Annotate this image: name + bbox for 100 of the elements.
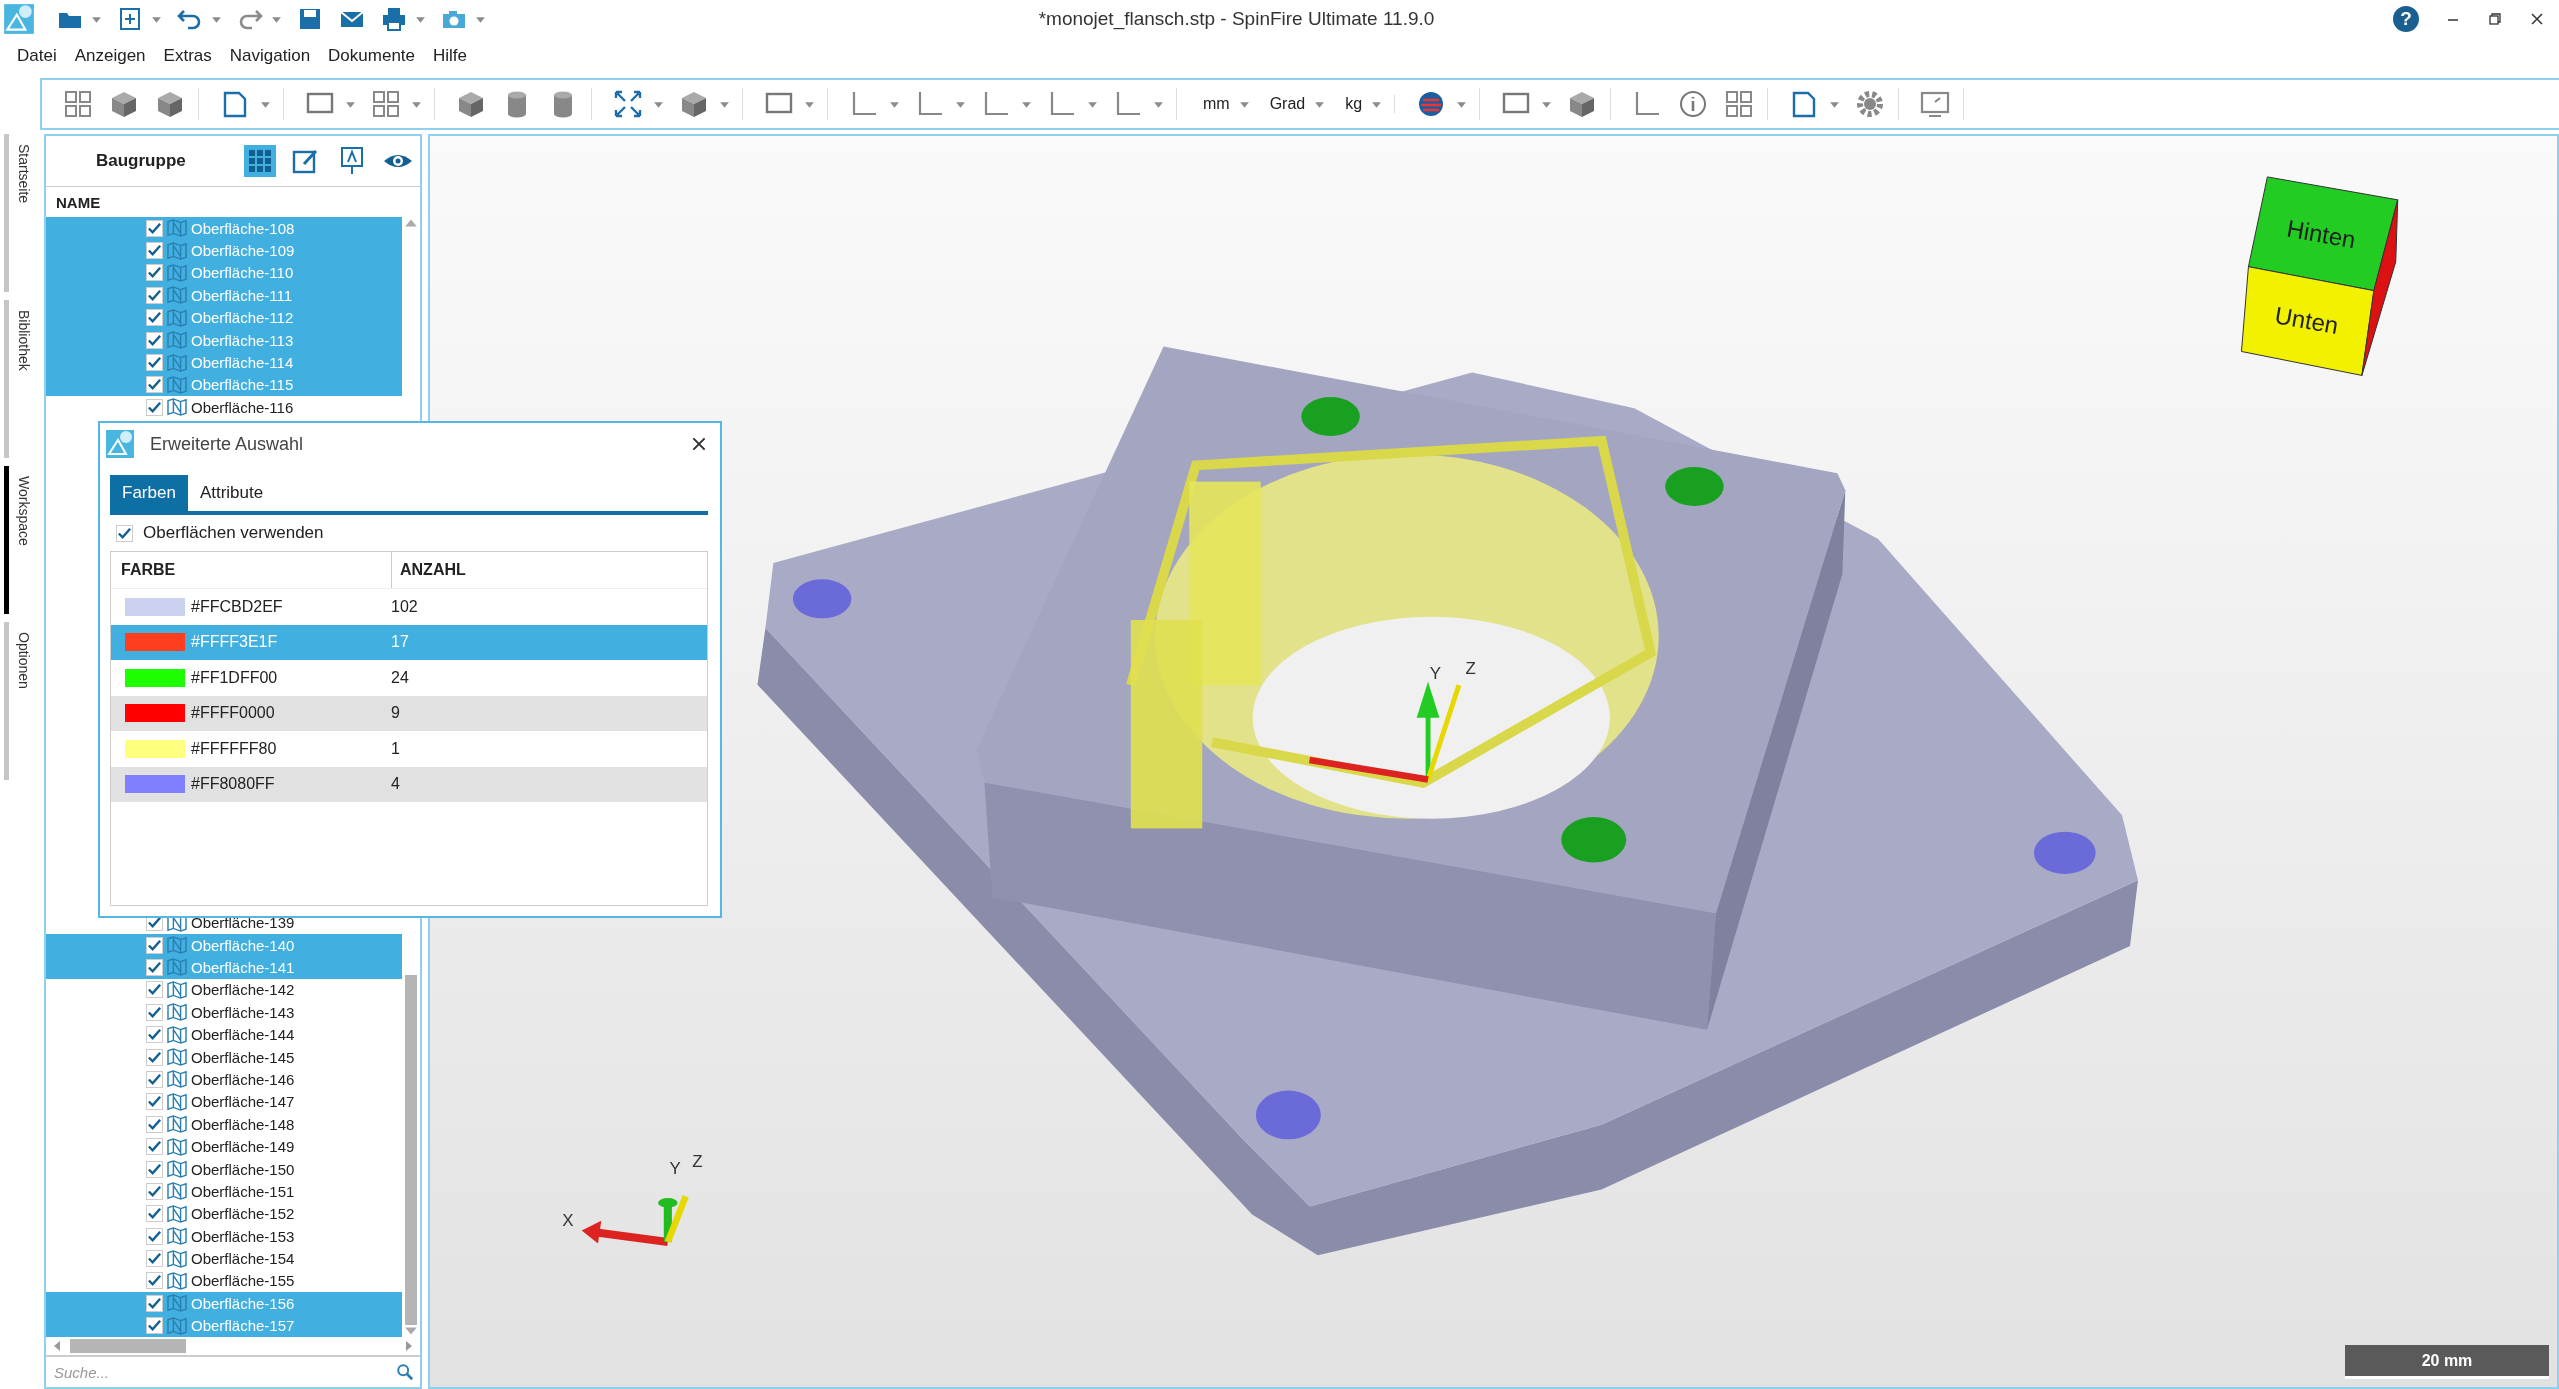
checkbox[interactable]: [146, 1003, 163, 1021]
tab[interactable]: Attribute: [187, 475, 276, 511]
checkbox[interactable]: [146, 1250, 163, 1268]
checkbox[interactable]: [146, 309, 163, 327]
menu-item[interactable]: Anzeigen: [65, 46, 155, 66]
checkbox[interactable]: [146, 1115, 163, 1133]
axis-label: X: [562, 1210, 574, 1230]
checkbox[interactable]: [146, 1317, 163, 1335]
side-tab[interactable]: Bibliothek: [4, 300, 38, 458]
table-row[interactable]: #FFFF0000 9: [111, 695, 707, 731]
axis-triad-icon: [1308, 681, 1462, 783]
view-cube[interactable]: [2241, 176, 2399, 376]
checkbox[interactable]: [116, 524, 133, 542]
scrollbar-thumb[interactable]: [405, 975, 417, 1325]
checkbox[interactable]: [146, 398, 163, 416]
checkbox[interactable]: [146, 1272, 163, 1290]
tree-row[interactable]: Oberfläche-148: [46, 1113, 402, 1136]
table-row[interactable]: #FF8080FF 4: [111, 766, 707, 802]
tree-row[interactable]: Oberfläche-116: [46, 396, 402, 419]
checkbox[interactable]: [146, 1093, 163, 1111]
table-cell-text: #FF1DFF00: [191, 668, 279, 687]
checkbox[interactable]: [146, 264, 163, 282]
search-icon[interactable]: [396, 1363, 414, 1381]
checkbox-label[interactable]: Oberflächen verwenden: [143, 523, 324, 543]
axis-label: Z: [692, 1152, 703, 1172]
checkbox[interactable]: [146, 1205, 163, 1223]
column-header[interactable]: NAME: [56, 193, 101, 211]
surface-icon: [166, 375, 188, 394]
checkbox[interactable]: [146, 354, 163, 372]
close-icon[interactable]: [690, 435, 708, 453]
scroll-right-icon[interactable]: [404, 1340, 414, 1352]
menu-item[interactable]: Navigation: [220, 46, 320, 66]
tree-row[interactable]: Oberfläche-147: [46, 1090, 402, 1114]
checkbox[interactable]: [146, 286, 163, 304]
checkbox[interactable]: [146, 1138, 163, 1156]
table-cell-text: #FFCBD2EF: [191, 597, 284, 616]
tree-row[interactable]: Oberfläche-151: [46, 1180, 402, 1203]
checkbox[interactable]: [146, 1227, 163, 1245]
grid-icon[interactable]: [370, 88, 402, 120]
checkbox[interactable]: [146, 1160, 163, 1178]
table-cell-text: #FFFF0000: [191, 704, 276, 723]
table-cell-text: #FFFF3E1F: [191, 633, 279, 652]
checkbox[interactable]: [146, 1026, 163, 1044]
tree-row[interactable]: Oberfläche-155: [46, 1269, 402, 1293]
checkbox[interactable]: [146, 242, 163, 260]
checkbox[interactable]: [146, 936, 163, 954]
surface-icon: [166, 1204, 188, 1223]
dialog-title: Erweiterte Auswahl: [150, 433, 305, 455]
tree-row[interactable]: Oberfläche-153: [46, 1225, 402, 1248]
tree-row[interactable]: Oberfläche-154: [46, 1247, 402, 1270]
table-cell: 102: [391, 597, 418, 616]
scrollbar-thumb[interactable]: [70, 1339, 186, 1353]
axis-label: Z: [1465, 658, 1476, 678]
unit-dropdown[interactable]: mm: [1203, 95, 1230, 113]
tree-row[interactable]: Oberfläche-142: [46, 978, 402, 1002]
scroll-left-icon[interactable]: [52, 1340, 62, 1352]
tab[interactable]: Farben: [110, 475, 188, 511]
side-tab[interactable]: Startseite: [4, 134, 38, 292]
surface-icon: [166, 1271, 188, 1290]
unit-dropdown[interactable]: Grad: [1269, 95, 1306, 113]
checkbox[interactable]: [146, 1048, 163, 1066]
surface-icon: [166, 1003, 188, 1022]
checkbox[interactable]: [146, 331, 163, 349]
checkbox[interactable]: [146, 1294, 163, 1312]
checkbox[interactable]: [146, 1182, 163, 1200]
table-cell: 1: [391, 739, 400, 758]
print-icon[interactable]: [380, 5, 408, 33]
tree-row[interactable]: Oberfläche-150: [46, 1157, 402, 1181]
surface-icon: [166, 1070, 188, 1089]
surface-icon: [166, 331, 188, 350]
tree-row[interactable]: Oberfläche-146: [46, 1068, 402, 1091]
menu-item[interactable]: Datei: [8, 46, 66, 66]
restore-icon[interactable]: [2487, 11, 2503, 27]
side-tab[interactable]: Optionen: [4, 622, 38, 780]
surface-icon: [166, 353, 188, 372]
column-header[interactable]: FARBE: [111, 552, 392, 588]
checkbox[interactable]: [146, 981, 163, 999]
tree-row[interactable]: Oberfläche-152: [46, 1202, 402, 1225]
surface-icon: [166, 286, 188, 305]
checkbox[interactable]: [146, 219, 163, 237]
explode-icon[interactable]: [612, 88, 644, 120]
checkbox[interactable]: [146, 376, 163, 394]
checkbox[interactable]: [146, 1070, 163, 1088]
tree-row[interactable]: Oberfläche-143: [46, 1001, 402, 1024]
tree-row[interactable]: Oberfläche-145: [46, 1045, 402, 1069]
surface-icon: [166, 1160, 188, 1178]
search-field[interactable]: Suche...: [52, 1358, 396, 1386]
grid-icon[interactable]: [244, 145, 276, 177]
close-icon[interactable]: [2529, 11, 2545, 27]
app-logo-icon: [104, 428, 136, 460]
tree-row[interactable]: Oberfläche-149: [46, 1135, 402, 1158]
menu-item[interactable]: Extras: [154, 46, 221, 66]
side-tab[interactable]: Workspace: [4, 466, 38, 614]
menu-item[interactable]: Dokumente: [319, 46, 425, 66]
checkbox[interactable]: [146, 959, 163, 976]
menu-item[interactable]: Hilfe: [424, 46, 477, 66]
help-button[interactable]: ?: [2393, 6, 2419, 32]
tree-row[interactable]: Oberfläche-144: [46, 1023, 402, 1046]
unit-dropdown[interactable]: kg: [1345, 95, 1363, 113]
axis-label: Y: [669, 1158, 681, 1178]
